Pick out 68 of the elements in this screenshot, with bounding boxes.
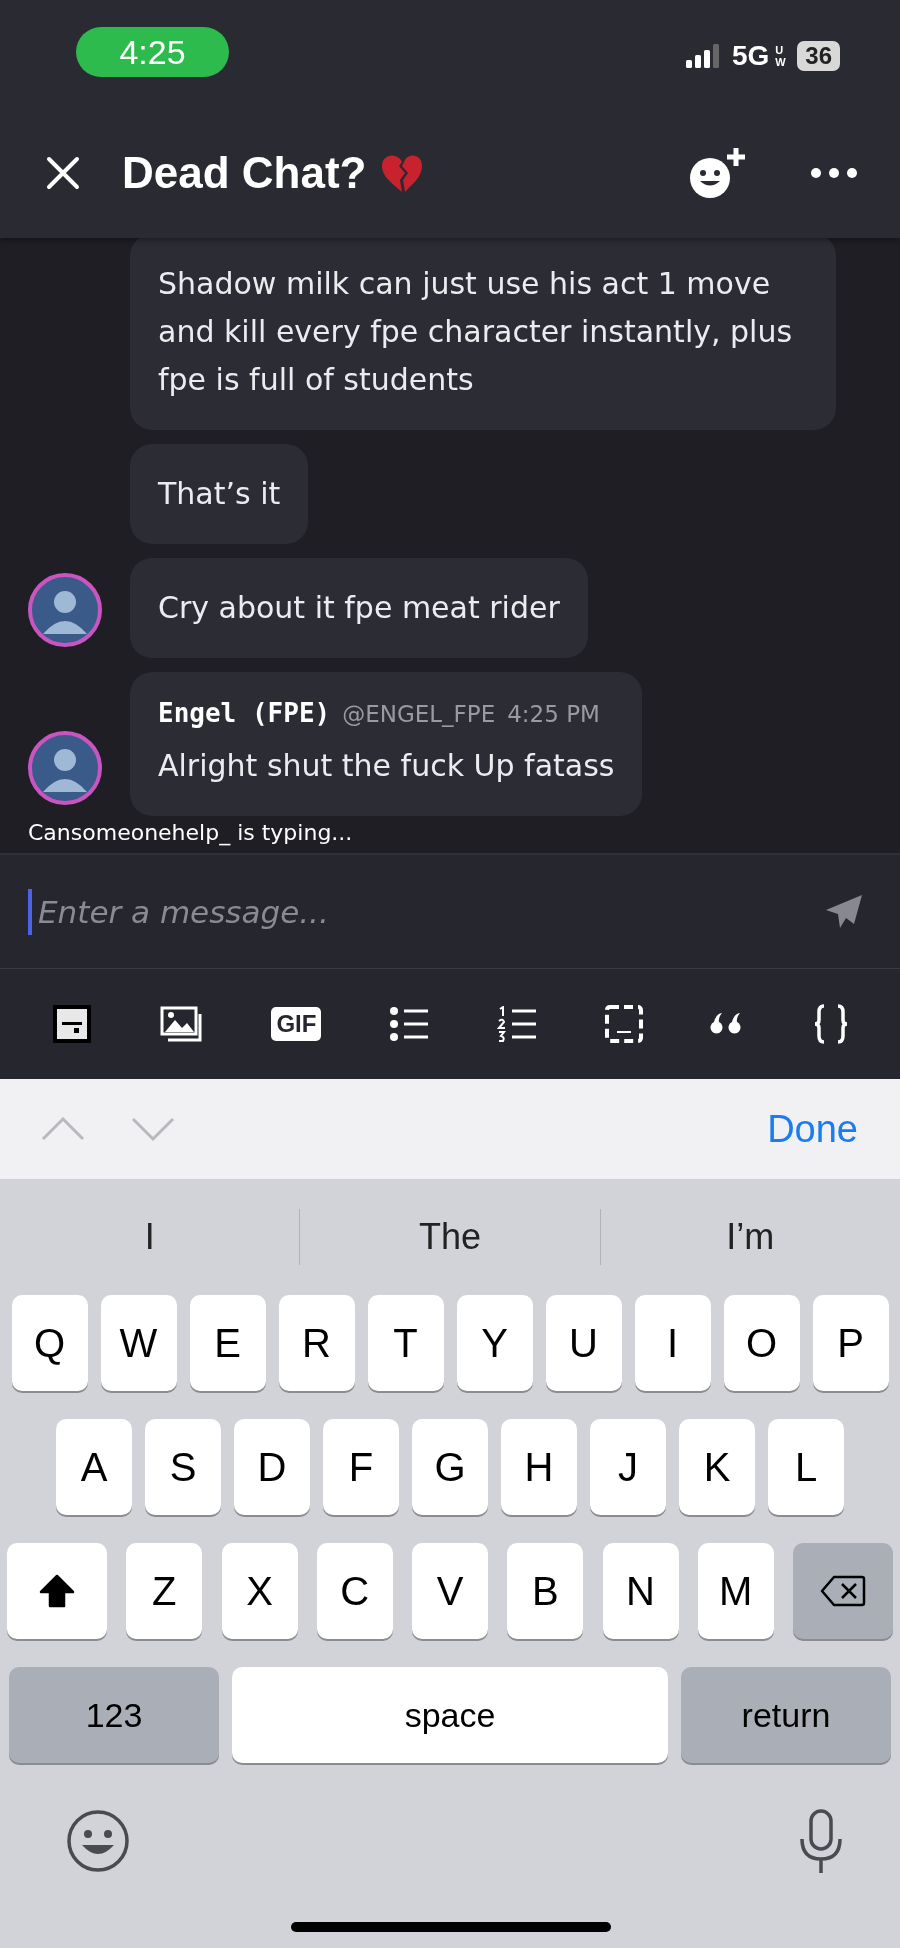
shift-icon bbox=[39, 1574, 75, 1608]
backspace-icon bbox=[820, 1575, 866, 1607]
key[interactable]: N bbox=[602, 1543, 679, 1639]
key[interactable]: P bbox=[812, 1295, 889, 1391]
emoji-icon[interactable] bbox=[66, 1809, 130, 1873]
key[interactable]: I bbox=[634, 1295, 711, 1391]
message-text: Cry about it fpe meat rider bbox=[158, 589, 560, 627]
shift-key[interactable] bbox=[7, 1543, 107, 1639]
previous-field-icon[interactable] bbox=[40, 1116, 86, 1142]
done-button[interactable]: Done bbox=[761, 1106, 864, 1152]
suggestion-button[interactable]: I’m bbox=[600, 1215, 900, 1259]
key[interactable]: U bbox=[545, 1295, 622, 1391]
network-sub-label: UW bbox=[775, 44, 787, 68]
add-reaction-icon[interactable] bbox=[688, 146, 748, 200]
backspace-key[interactable] bbox=[793, 1543, 893, 1639]
network-label: 5G bbox=[731, 40, 770, 72]
key[interactable]: T bbox=[367, 1295, 444, 1391]
user-avatar[interactable] bbox=[27, 730, 103, 806]
key[interactable]: Y bbox=[456, 1295, 533, 1391]
close-icon[interactable] bbox=[46, 156, 80, 190]
key[interactable]: O bbox=[723, 1295, 800, 1391]
typing-indicator: Cansomeonehelp_ is typing... bbox=[27, 820, 354, 845]
microphone-icon[interactable] bbox=[798, 1809, 844, 1875]
sticker-icon[interactable] bbox=[51, 1004, 92, 1044]
message-text: That’s it bbox=[158, 475, 281, 513]
keyboard-mode-key[interactable]: return bbox=[681, 1667, 891, 1763]
suggestion-button[interactable]: I bbox=[0, 1215, 300, 1259]
key[interactable]: K bbox=[679, 1419, 755, 1515]
key[interactable]: H bbox=[501, 1419, 577, 1515]
key[interactable]: W bbox=[100, 1295, 177, 1391]
battery-icon: 36 bbox=[797, 41, 840, 71]
key[interactable]: J bbox=[590, 1419, 666, 1515]
chat-title: Dead Chat? bbox=[122, 148, 367, 198]
signal-icon bbox=[685, 44, 720, 68]
message-text: Alright shut the fuck Up fatass bbox=[158, 747, 615, 785]
user-avatar[interactable] bbox=[27, 572, 103, 648]
suggestion-button[interactable]: The bbox=[300, 1215, 600, 1259]
image-icon[interactable] bbox=[159, 1006, 204, 1042]
send-icon[interactable] bbox=[824, 893, 864, 930]
key[interactable]: M bbox=[697, 1543, 774, 1639]
space-key[interactable]: space bbox=[232, 1667, 668, 1763]
key[interactable]: X bbox=[221, 1543, 298, 1639]
gif-button[interactable]: GIF bbox=[271, 1007, 322, 1041]
numbered-list-icon[interactable] bbox=[496, 1006, 537, 1042]
message-time: 4:25 PM bbox=[507, 701, 600, 727]
bulleted-list-icon[interactable] bbox=[389, 1006, 430, 1042]
key[interactable]: Q bbox=[11, 1295, 88, 1391]
keyboard-mode-key[interactable]: 123 bbox=[9, 1667, 219, 1763]
spoiler-icon[interactable] bbox=[604, 1005, 643, 1043]
code-block-icon[interactable] bbox=[814, 1004, 849, 1044]
key[interactable]: S bbox=[145, 1419, 221, 1515]
key[interactable]: G bbox=[412, 1419, 488, 1515]
author-handle: @ENGEL_FPE bbox=[342, 701, 496, 727]
message-text: Shadow milk can just use his act 1 move and kill every fpe character instantly, plus fpe is full of students bbox=[158, 265, 794, 399]
key[interactable]: A bbox=[56, 1419, 132, 1515]
key[interactable]: C bbox=[316, 1543, 393, 1639]
next-field-icon[interactable] bbox=[130, 1116, 176, 1142]
key[interactable]: F bbox=[323, 1419, 399, 1515]
key[interactable]: B bbox=[507, 1543, 584, 1639]
key[interactable]: Z bbox=[126, 1543, 203, 1639]
key[interactable]: V bbox=[412, 1543, 488, 1639]
key[interactable]: E bbox=[189, 1295, 266, 1391]
more-icon[interactable] bbox=[810, 167, 858, 179]
author-name: Engel (FPE) bbox=[158, 698, 331, 728]
key[interactable]: D bbox=[234, 1419, 310, 1515]
key[interactable]: L bbox=[768, 1419, 844, 1515]
key[interactable]: R bbox=[278, 1295, 355, 1391]
clock: 4:25 bbox=[76, 27, 229, 77]
